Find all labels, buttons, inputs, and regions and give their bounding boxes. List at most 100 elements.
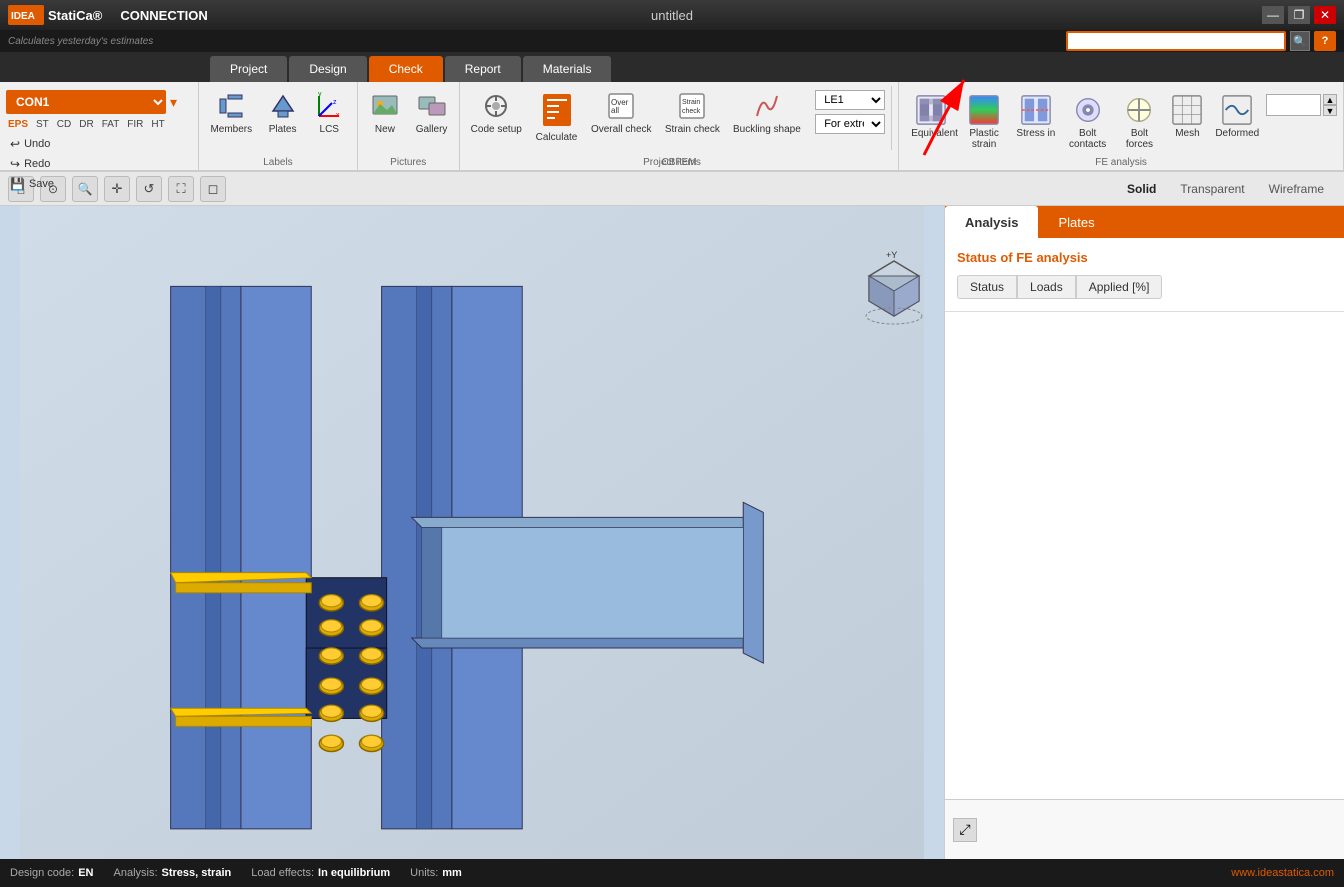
expand-button[interactable]: ⤢ <box>953 818 977 842</box>
deformed-icon <box>1221 94 1253 126</box>
equivalent-icon <box>915 94 947 126</box>
tab-check[interactable]: Check <box>369 56 443 82</box>
app-logo: IDEA StatiCa® <box>8 5 102 25</box>
new-picture-button[interactable]: New <box>364 86 407 139</box>
title-bar-left: IDEA StatiCa® CONNECTION <box>8 5 208 25</box>
tab-report[interactable]: Report <box>445 56 521 82</box>
spinner-up-button[interactable]: ▲ <box>1323 94 1337 105</box>
tagline: Calculates yesterday's estimates <box>8 36 153 47</box>
tab-project[interactable]: Project <box>210 56 287 82</box>
box-button[interactable]: ◻ <box>200 176 226 202</box>
strain-check-icon: Strain check <box>676 90 708 122</box>
ribbon: CON1 ▾ EPS ST CD DR FAT FIR HT ↩Undo ↪Re… <box>0 82 1344 172</box>
stress-in-button[interactable]: Stress in <box>1011 90 1061 143</box>
help-button[interactable]: ? <box>1314 31 1336 51</box>
undo-button[interactable]: ↩Undo <box>6 135 192 153</box>
menu-tabs: Project Design Check Report Materials <box>0 52 1344 82</box>
svg-text:+Y: +Y <box>886 250 897 260</box>
for-extreme-selector[interactable]: For extreme <box>815 114 885 134</box>
loads-button[interactable]: Loads <box>1017 275 1076 299</box>
code-setup-icon <box>480 90 512 122</box>
new-picture-icon <box>369 90 401 122</box>
cbfem-section-label: CBFEM <box>460 157 898 168</box>
equivalent-button[interactable]: Equivalent <box>905 90 957 143</box>
code-setup-button[interactable]: Code setup <box>466 86 527 139</box>
buckling-shape-button[interactable]: Buckling shape <box>729 86 806 139</box>
lcs-icon: x y z <box>313 90 345 122</box>
minimize-button[interactable]: — <box>1262 6 1284 24</box>
spinner-down-button[interactable]: ▼ <box>1323 105 1337 116</box>
con1-selector[interactable]: CON1 <box>6 90 166 114</box>
con1-section: CON1 ▾ EPS ST CD DR FAT FIR HT ↩Undo ↪Re… <box>0 82 199 170</box>
bolt-forces-button[interactable]: Bolt forces <box>1115 90 1165 154</box>
gallery-button[interactable]: Gallery <box>410 86 453 139</box>
plates-icon <box>267 90 299 122</box>
spinner-buttons: ▲ ▼ <box>1323 94 1337 116</box>
view-mode-transparent[interactable]: Transparent <box>1168 179 1256 199</box>
le1-section: LE1 For extreme <box>809 86 892 150</box>
bolt-contacts-button[interactable]: Bolt contacts <box>1063 90 1113 154</box>
fe-status-section: Status of FE analysis Status Loads Appli… <box>945 238 1344 312</box>
right-panel: Analysis Plates Status of FE analysis St… <box>944 206 1344 859</box>
members-button[interactable]: Members <box>205 86 257 139</box>
applied-button[interactable]: Applied [%] <box>1076 275 1163 299</box>
con1-tab-cd[interactable]: CD <box>55 118 73 131</box>
tab-plates[interactable]: Plates <box>1038 206 1114 238</box>
analysis-item: Analysis: Stress, strain <box>114 867 232 879</box>
view-mode-solid[interactable]: Solid <box>1115 179 1168 199</box>
search-button[interactable]: 🔍 <box>1290 31 1310 51</box>
le1-selector[interactable]: LE1 <box>815 90 885 110</box>
pictures-section: New Gallery Pictures <box>358 82 460 170</box>
svg-text:Strain: Strain <box>682 99 700 106</box>
fe-status-title: Status of FE analysis <box>957 250 1332 265</box>
logo-icon: IDEA <box>8 5 44 25</box>
overall-check-icon: Over all <box>605 90 637 122</box>
tab-materials[interactable]: Materials <box>523 56 612 82</box>
window-title: untitled <box>651 8 693 23</box>
bolt-forces-icon <box>1123 94 1155 126</box>
view-mode-tabs: Solid Transparent Wireframe <box>1115 179 1336 199</box>
plastic-strain-button[interactable]: Plastic strain <box>959 90 1009 154</box>
svg-text:check: check <box>682 108 701 115</box>
mesh-button[interactable]: Mesh <box>1166 90 1208 143</box>
con1-tab-ht[interactable]: HT <box>149 118 166 131</box>
svg-text:x: x <box>336 112 340 119</box>
con1-tabs: EPS ST CD DR FAT FIR HT <box>6 118 192 131</box>
view-mode-wireframe[interactable]: Wireframe <box>1257 179 1336 199</box>
design-code-item: Design code: EN <box>10 867 94 879</box>
status-button[interactable]: Status <box>957 275 1017 299</box>
viewport[interactable]: Production cost - 66 € <box>0 206 944 859</box>
title-bar: IDEA StatiCa® CONNECTION untitled — ❐ ✕ <box>0 0 1344 30</box>
spinner-input[interactable]: 10.00 <box>1266 94 1321 116</box>
bolt-contacts-icon <box>1072 94 1104 126</box>
overall-check-button[interactable]: Over all Overall check <box>586 86 656 139</box>
right-panel-tabs: Analysis Plates <box>945 206 1344 238</box>
lcs-button[interactable]: x y z LCS <box>308 86 351 139</box>
load-effects-item: Load effects: In equilibrium <box>251 867 390 879</box>
labels-section: Members Plates <box>199 82 357 170</box>
tab-design[interactable]: Design <box>289 56 366 82</box>
con1-tab-fir[interactable]: FIR <box>125 118 145 131</box>
con1-tab-eps[interactable]: EPS <box>6 118 30 131</box>
right-panel-content <box>945 312 1344 799</box>
status-bar: Design code: EN Analysis: Stress, strain… <box>0 859 1344 887</box>
fe-analysis-label: FE analysis <box>899 157 1343 168</box>
save-button[interactable]: 💾Save <box>6 175 192 193</box>
con1-tab-dr[interactable]: DR <box>77 118 95 131</box>
plates-button[interactable]: Plates <box>261 86 304 139</box>
tab-analysis[interactable]: Analysis <box>945 206 1038 238</box>
svg-text:IDEA: IDEA <box>11 11 35 22</box>
units-item: Units: mm <box>410 867 462 879</box>
strain-check-button[interactable]: Strain check Strain check <box>660 86 724 139</box>
search-input[interactable] <box>1066 31 1286 51</box>
calculate-button[interactable]: Calculate <box>531 86 583 147</box>
svg-text:y: y <box>318 91 322 98</box>
mesh-icon <box>1171 94 1203 126</box>
deformed-button[interactable]: Deformed <box>1211 90 1264 143</box>
con1-tab-fat[interactable]: FAT <box>100 118 122 131</box>
3d-cube-navigator[interactable]: +Y <box>854 246 924 316</box>
restore-button[interactable]: ❐ <box>1288 6 1310 24</box>
con1-tab-st[interactable]: ST <box>34 118 51 131</box>
con1-dropdown-icon: ▾ <box>170 94 177 111</box>
close-button[interactable]: ✕ <box>1314 6 1336 24</box>
